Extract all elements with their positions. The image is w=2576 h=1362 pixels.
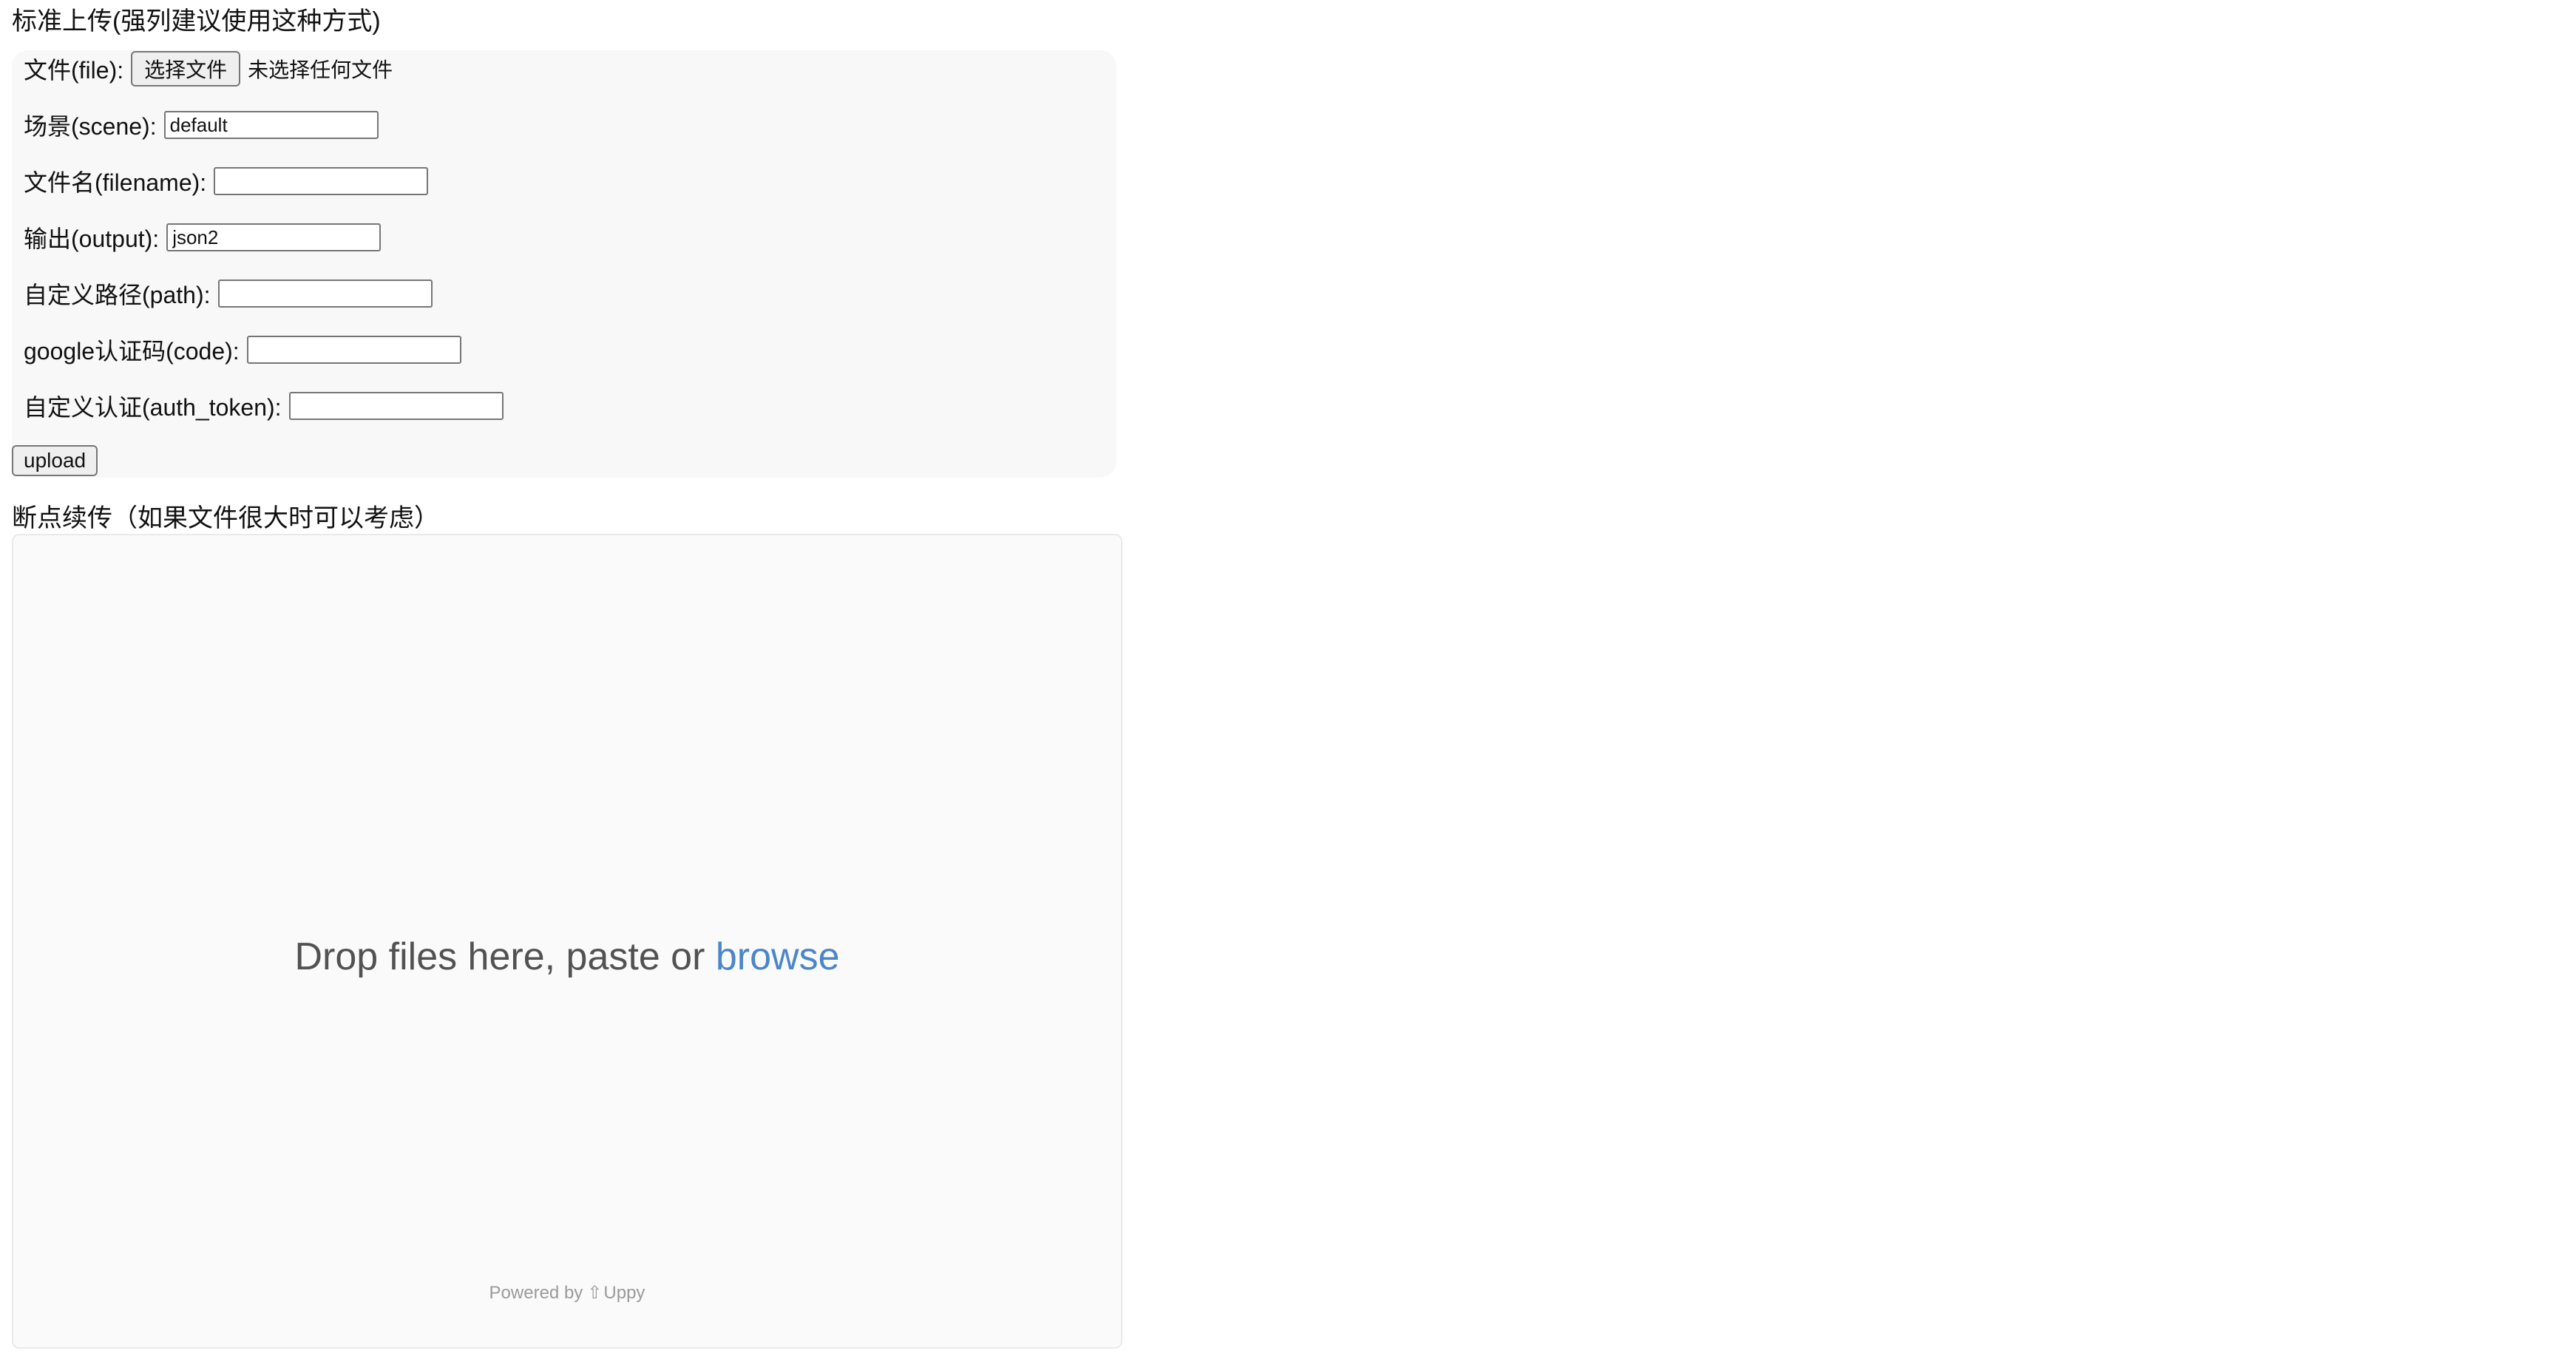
uppy-logo-icon: ⇧ (587, 1283, 603, 1303)
filename-input[interactable] (214, 167, 429, 195)
output-row: 输出(output): (24, 219, 382, 256)
filename-row: 文件名(filename): (24, 163, 429, 200)
path-input[interactable] (217, 279, 433, 308)
code-label: google认证码(code): (24, 338, 240, 365)
code-row: google认证码(code): (24, 331, 461, 368)
scene-label: 场景(scene): (24, 113, 157, 140)
path-row: 自定义路径(path): (24, 275, 433, 312)
browse-link[interactable]: browse (716, 935, 840, 978)
powered-by-footer: Powered by ⇧Uppy (13, 1282, 1121, 1304)
file-label: 文件(file): (24, 57, 124, 84)
scene-input[interactable] (163, 111, 379, 139)
uppy-brand-text: Uppy (603, 1283, 645, 1303)
file-row: 文件(file): 选择文件 未选择任何文件 (24, 50, 393, 87)
upload-page: 标准上传(强列建议使用这种方式) 文件(file): 选择文件 未选择任何文件 … (0, 0, 2576, 1362)
upload-button[interactable]: upload (12, 445, 98, 476)
dropzone-prompt: Drop files here, paste or browse (13, 935, 1121, 979)
code-input[interactable] (246, 336, 461, 364)
path-label: 自定义路径(path): (24, 282, 211, 308)
scene-row: 场景(scene): (24, 106, 379, 143)
dropzone-prompt-text: Drop files here, paste or (294, 935, 716, 978)
resumable-upload-title: 断点续传（如果文件很大时可以考虑） (12, 504, 439, 532)
auth-token-row: 自定义认证(auth_token): (24, 387, 504, 424)
file-status-text: 未选择任何文件 (248, 58, 393, 81)
choose-file-button[interactable]: 选择文件 (131, 51, 241, 87)
auth-token-label: 自定义认证(auth_token): (24, 394, 282, 421)
output-input[interactable] (166, 223, 382, 251)
auth-token-input[interactable] (288, 392, 504, 420)
standard-upload-title: 标准上传(强列建议使用这种方式) (12, 7, 381, 35)
uppy-dropzone[interactable]: Drop files here, paste or browse Powered… (12, 534, 1122, 1349)
filename-label: 文件名(filename): (24, 169, 207, 196)
output-label: 输出(output): (24, 226, 160, 252)
powered-by-text: Powered by (489, 1283, 583, 1303)
